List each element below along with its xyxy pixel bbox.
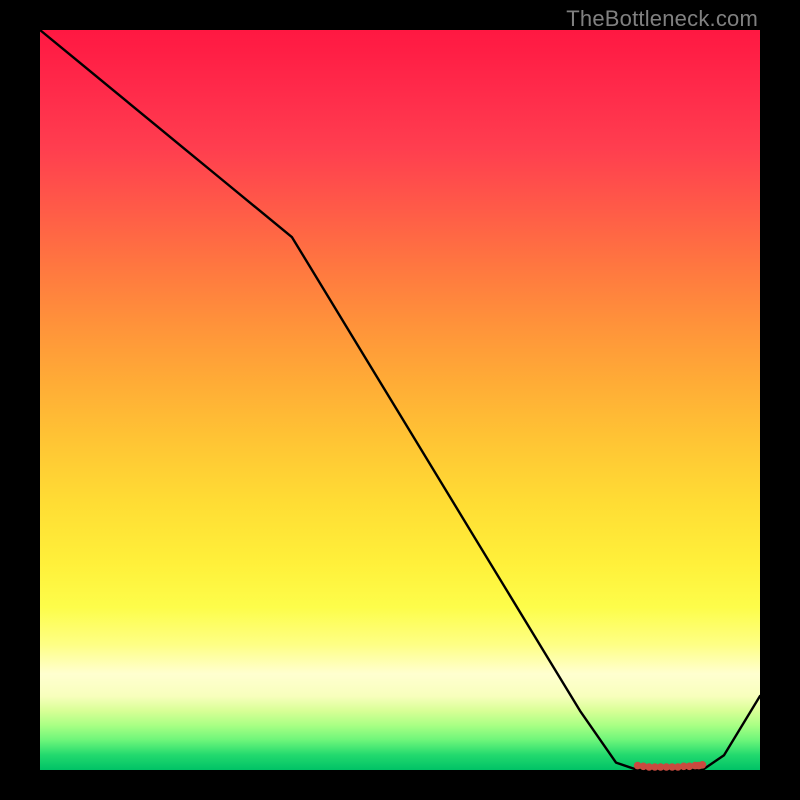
chart-frame: TheBottleneck.com xyxy=(0,0,800,800)
chart-markers xyxy=(634,761,706,771)
chart-overlay xyxy=(0,0,800,800)
chart-line xyxy=(40,30,760,770)
